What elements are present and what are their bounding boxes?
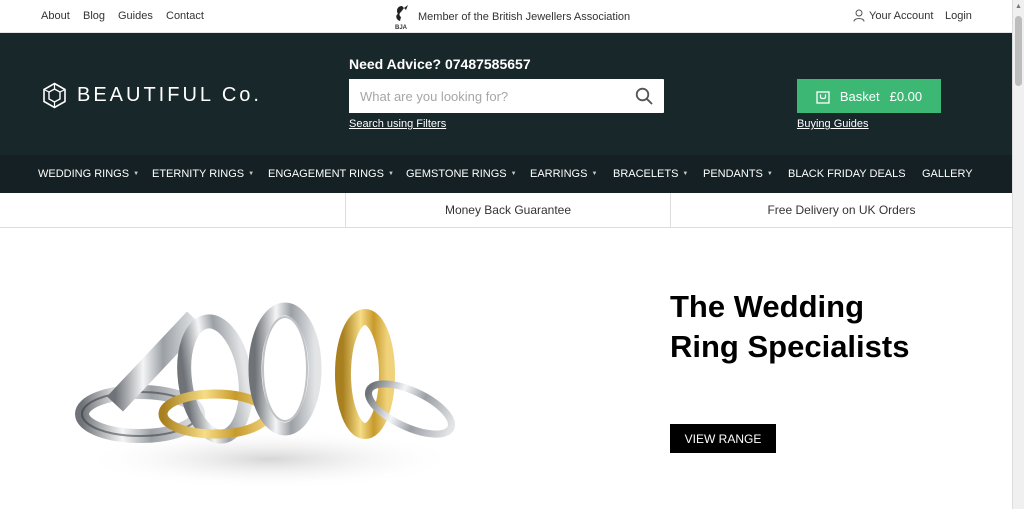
your-account-label: Your Account: [869, 9, 934, 22]
nav-label: ENGAGEMENT RINGS: [268, 168, 384, 180]
money-back-guarantee: Money Back Guarantee: [345, 193, 670, 227]
top-utility-bar: About Blog Guides Contact BJA Member of …: [0, 0, 1012, 33]
basket-button[interactable]: Basket £0.00: [797, 79, 941, 113]
bja-membership: BJA Member of the British Jewellers Asso…: [392, 4, 631, 31]
basket-label: Basket: [839, 88, 880, 104]
nav-label: WEDDING RINGS: [38, 168, 130, 180]
nav-gemstone-rings[interactable]: GEMSTONE RINGS ▼: [406, 168, 517, 180]
wedding-rings-image: [75, 302, 460, 489]
guides-link[interactable]: Guides: [118, 10, 153, 22]
nav-eternity-rings[interactable]: ETERNITY RINGS ▼: [152, 168, 254, 180]
main-navigation: WEDDING RINGS ▼ ETERNITY RINGS ▼ ENGAGEMEN…: [0, 155, 1012, 193]
basket-icon: [816, 90, 830, 104]
hero-banner: The Wedding Ring Specialists VIEW RANGE: [0, 229, 1012, 509]
nav-engagement-rings[interactable]: ENGAGEMENT RINGS ▼: [268, 168, 394, 180]
nav-bracelets[interactable]: BRACELETS ▼: [613, 168, 688, 180]
free-delivery: Free Delivery on UK Orders: [670, 193, 1012, 227]
search-filters-link[interactable]: Search using Filters: [349, 118, 446, 130]
advice-label: Need Advice?: [349, 56, 442, 72]
search-input[interactable]: [349, 79, 619, 113]
nav-label: BRACELETS: [613, 168, 679, 180]
advice-phone[interactable]: 07487585657: [445, 56, 531, 72]
nav-wedding-rings[interactable]: WEDDING RINGS ▼: [38, 168, 139, 180]
nav-label: EARRINGS: [530, 168, 588, 180]
scroll-up-arrow-icon[interactable]: ▲: [1015, 3, 1022, 10]
caret-down-icon: ▼: [682, 171, 689, 177]
nav-label: GEMSTONE RINGS: [406, 168, 507, 180]
nav-label: BLACK FRIDAY DEALS: [788, 168, 906, 180]
membership-text: Member of the British Jewellers Associat…: [418, 11, 631, 23]
nav-black-friday-deals[interactable]: BLACK FRIDAY DEALS: [788, 168, 906, 180]
advice-line: Need Advice? 07487585657: [349, 56, 531, 72]
nav-label: ETERNITY RINGS: [152, 168, 245, 180]
about-link[interactable]: About: [41, 10, 70, 22]
caret-down-icon: ▼: [387, 171, 394, 177]
main-header: BEAUTIFUL Co. Need Advice? 07487585657 S…: [0, 33, 1012, 155]
nav-label: PENDANTS: [703, 168, 763, 180]
brand-name: BEAUTIFUL Co.: [77, 84, 262, 106]
bja-badge-text: BJA: [395, 25, 408, 31]
hero-title: The Wedding Ring Specialists: [670, 289, 910, 364]
caret-down-icon: ▼: [591, 171, 598, 177]
nav-pendants[interactable]: PENDANTS ▼: [703, 168, 773, 180]
caret-down-icon: ▼: [510, 171, 517, 177]
basket-total: £0.00: [889, 88, 923, 104]
brand-logo[interactable]: BEAUTIFUL Co.: [42, 82, 262, 109]
contact-link[interactable]: Contact: [166, 10, 204, 22]
page-scrollbar[interactable]: ▲: [1012, 0, 1024, 509]
scrollbar-thumb[interactable]: [1015, 16, 1022, 86]
view-range-button[interactable]: VIEW RANGE: [670, 424, 776, 453]
caret-down-icon: ▼: [133, 171, 140, 177]
nav-gallery[interactable]: GALLERY: [922, 168, 973, 180]
nav-earrings[interactable]: EARRINGS ▼: [530, 168, 597, 180]
benefits-strip: Money Back Guarantee Free Delivery on UK…: [0, 193, 1012, 228]
hexagon-gem-icon: [43, 82, 66, 109]
your-account-link[interactable]: Your Account: [853, 9, 933, 22]
nav-label: GALLERY: [922, 168, 973, 180]
buying-guides-link[interactable]: Buying Guides: [797, 118, 869, 130]
login-link[interactable]: Login: [945, 10, 972, 22]
caret-down-icon: ▼: [766, 171, 773, 177]
caret-down-icon: ▼: [248, 171, 255, 177]
blog-link[interactable]: Blog: [83, 10, 105, 22]
bja-logo-icon: BJA: [392, 4, 412, 31]
search-box: [349, 79, 664, 113]
search-icon[interactable]: [635, 87, 653, 105]
user-icon: [853, 9, 865, 22]
